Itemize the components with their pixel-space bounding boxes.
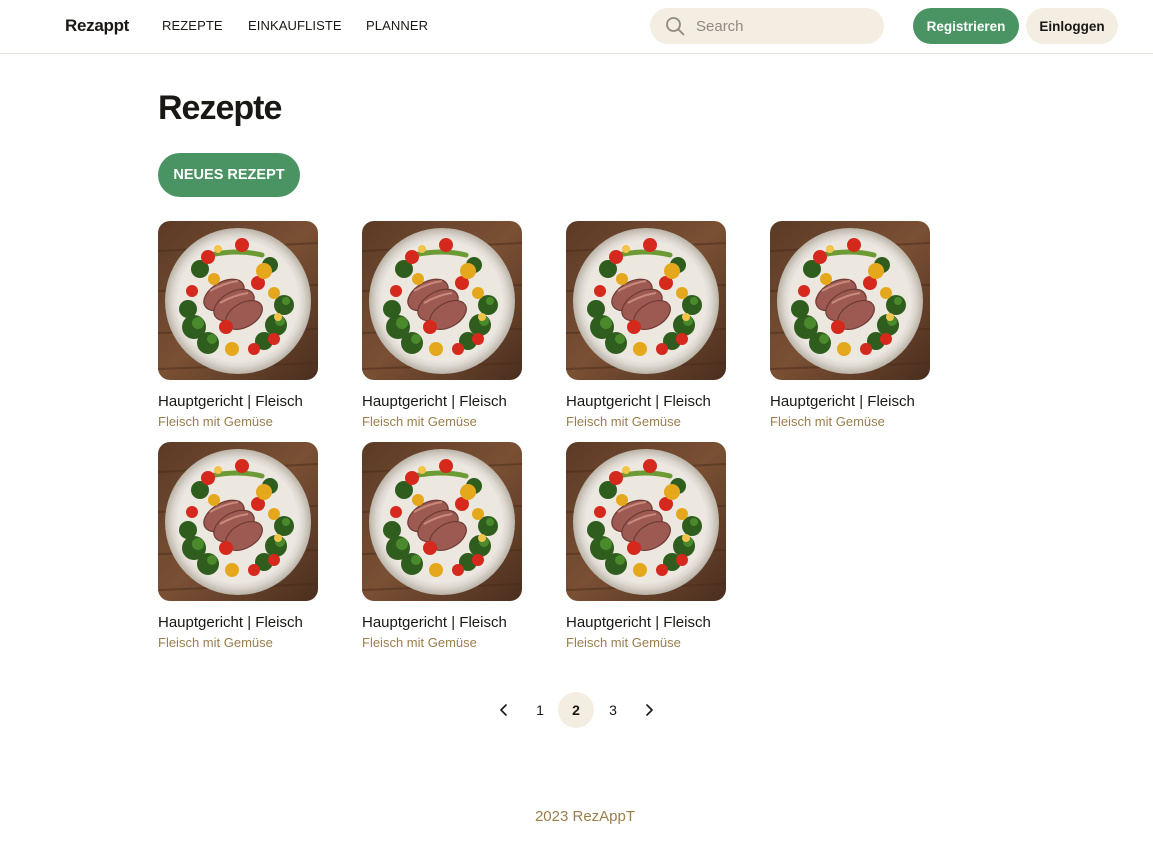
recipe-title[interactable]: Hauptgericht | Fleisch: [158, 614, 303, 631]
recipe-subtitle: Fleisch mit Gemüse: [158, 635, 273, 650]
recipe-subtitle: Fleisch mit Gemüse: [158, 414, 273, 429]
page-1-button[interactable]: 1: [522, 692, 558, 728]
recipe-card[interactable]: Hauptgericht | Fleisch Fleisch mit Gemüs…: [158, 221, 348, 436]
recipe-subtitle: Fleisch mit Gemüse: [770, 414, 885, 429]
recipe-title[interactable]: Hauptgericht | Fleisch: [158, 393, 303, 410]
search-icon: [666, 17, 685, 36]
recipe-card[interactable]: Hauptgericht | Fleisch Fleisch mit Gemüs…: [362, 442, 552, 657]
brand-logo[interactable]: Rezappt: [65, 16, 129, 36]
next-page-button[interactable]: [631, 692, 667, 728]
recipe-card[interactable]: Hauptgericht | Fleisch Fleisch mit Gemüs…: [770, 221, 960, 436]
recipe-card[interactable]: Hauptgericht | Fleisch Fleisch mit Gemüs…: [566, 442, 756, 657]
recipe-subtitle: Fleisch mit Gemüse: [566, 635, 681, 650]
recipe-image[interactable]: [362, 442, 522, 601]
recipe-subtitle: Fleisch mit Gemüse: [566, 414, 681, 429]
search-box: [650, 8, 884, 44]
recipe-title[interactable]: Hauptgericht | Fleisch: [566, 393, 711, 410]
recipe-card[interactable]: Hauptgericht | Fleisch Fleisch mit Gemüs…: [566, 221, 756, 436]
recipe-card[interactable]: Hauptgericht | Fleisch Fleisch mit Gemüs…: [158, 442, 348, 657]
search-input[interactable]: [696, 8, 876, 44]
recipe-image[interactable]: [566, 442, 726, 601]
nav-link-planner[interactable]: PLANNER: [366, 18, 428, 33]
nav-link-einkaufliste[interactable]: EINKAUFLISTE: [248, 18, 342, 33]
top-navigation-bar: Rezappt REZEPTE EINKAUFLISTE PLANNER Reg…: [0, 0, 1153, 54]
page-3-button[interactable]: 3: [595, 692, 631, 728]
recipe-card[interactable]: Hauptgericht | Fleisch Fleisch mit Gemüs…: [362, 221, 552, 436]
recipe-image[interactable]: [158, 221, 318, 380]
recipe-subtitle: Fleisch mit Gemüse: [362, 635, 477, 650]
page-2-button[interactable]: 2: [558, 692, 594, 728]
footer-copyright: 2023 RezAppT: [534, 808, 636, 825]
login-button[interactable]: Einloggen: [1026, 8, 1118, 44]
recipe-title[interactable]: Hauptgericht | Fleisch: [362, 393, 507, 410]
recipe-image[interactable]: [770, 221, 930, 380]
recipe-title[interactable]: Hauptgericht | Fleisch: [362, 614, 507, 631]
recipe-image[interactable]: [566, 221, 726, 380]
nav-link-rezepte[interactable]: REZEPTE: [162, 18, 223, 33]
recipe-subtitle: Fleisch mit Gemüse: [362, 414, 477, 429]
chevron-left-icon: [500, 704, 507, 716]
new-recipe-button[interactable]: NEUES REZEPT: [158, 153, 300, 197]
recipe-title[interactable]: Hauptgericht | Fleisch: [566, 614, 711, 631]
register-button[interactable]: Registrieren: [913, 8, 1019, 44]
chevron-right-icon: [646, 704, 653, 716]
previous-page-button[interactable]: [486, 692, 522, 728]
recipe-image[interactable]: [158, 442, 318, 601]
recipe-title[interactable]: Hauptgericht | Fleisch: [770, 393, 915, 410]
recipe-image[interactable]: [362, 221, 522, 380]
page-title: Rezepte: [158, 89, 282, 127]
